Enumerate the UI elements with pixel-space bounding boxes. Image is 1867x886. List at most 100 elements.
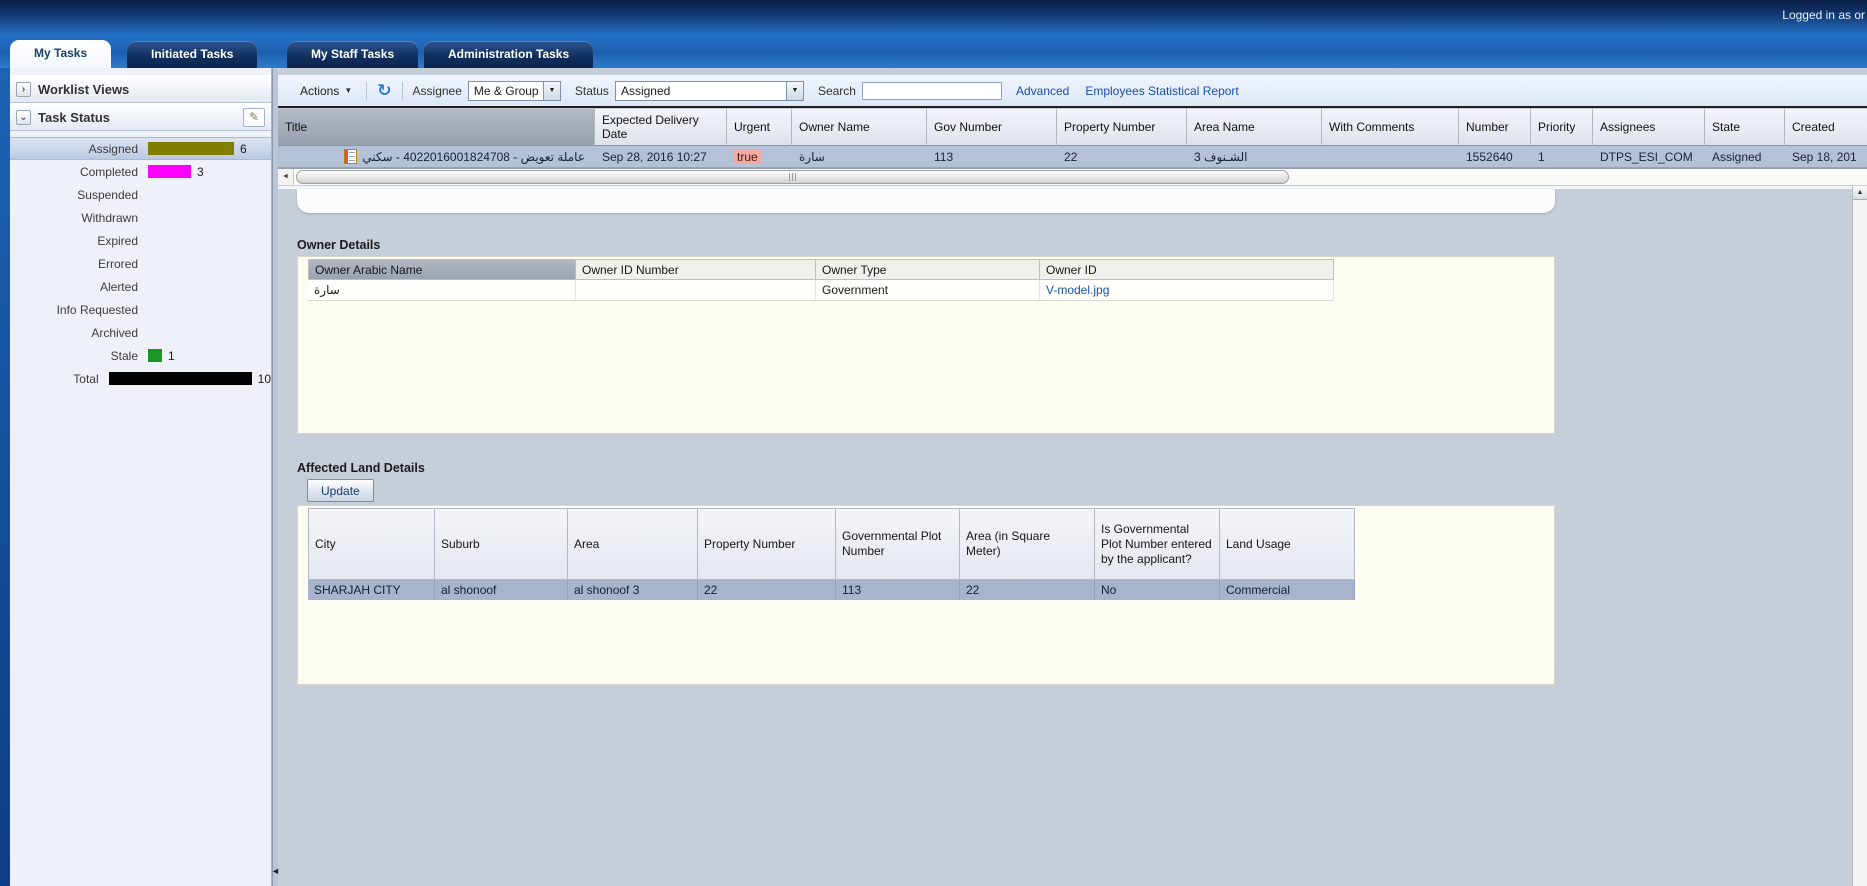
status-bar-wrap: 3 <box>148 165 204 179</box>
owner-cell: V-model.jpg <box>1040 280 1334 301</box>
status-row-alerted[interactable]: Alerted <box>10 275 271 298</box>
owner-column-header[interactable]: Owner ID Number <box>576 259 816 280</box>
tab-administration-tasks[interactable]: Administration Tasks <box>424 41 593 68</box>
owner-id-link[interactable]: V-model.jpg <box>1046 283 1109 297</box>
tab-initiated-tasks[interactable]: Initiated Tasks <box>127 41 257 68</box>
assignee-label: Assignee <box>413 84 462 98</box>
chevron-down-icon: ▼ <box>344 86 352 95</box>
details-panel-cap <box>297 189 1555 213</box>
land-column-header[interactable]: Property Number <box>698 508 836 580</box>
tab-my-tasks[interactable]: My Tasks <box>10 40 111 68</box>
status-row-completed[interactable]: Completed3 <box>10 160 271 183</box>
horizontal-scrollbar[interactable]: ◄ <box>278 168 1867 186</box>
task-column-header[interactable]: Expected Delivery Date <box>595 108 727 146</box>
tab-my-staff-tasks[interactable]: My Staff Tasks <box>287 41 418 68</box>
status-row-errored[interactable]: Errored <box>10 252 271 275</box>
worklist-views-header[interactable]: › Worklist Views <box>10 75 271 103</box>
status-label: Withdrawn <box>10 211 138 225</box>
land-column-header[interactable]: Land Usage <box>1220 508 1355 580</box>
employees-statistical-report-link[interactable]: Employees Statistical Report <box>1085 84 1238 98</box>
task-column-header[interactable]: Property Number <box>1057 108 1187 146</box>
task-column-header[interactable]: State <box>1705 108 1785 146</box>
task-table-row[interactable]: عاملة تعويض - 4022016001824708 - سكنيSep… <box>278 146 1867 168</box>
status-bar <box>109 372 252 385</box>
toolbar-separator <box>366 82 367 100</box>
task-status-header[interactable]: ⌄ Task Status ✎ <box>10 103 271 131</box>
land-cell: al shonoof 3 <box>568 580 698 600</box>
main-content: Actions ▼ ↻ Assignee Me & Group ▼ Status… <box>278 68 1867 886</box>
assignee-select[interactable]: Me & Group ▼ <box>468 81 561 101</box>
land-cell: al shonoof <box>435 580 568 600</box>
scroll-left-icon[interactable]: ◄ <box>278 169 294 185</box>
advanced-link[interactable]: Advanced <box>1016 84 1069 98</box>
owner-table-header: Owner Arabic NameOwner ID NumberOwner Ty… <box>308 259 1334 280</box>
land-column-header[interactable]: Area <box>568 508 698 580</box>
logged-in-as: Logged in as or <box>1782 8 1865 22</box>
status-row-info-requested[interactable]: Info Requested <box>10 298 271 321</box>
status-row-assigned[interactable]: Assigned 6 <box>10 137 271 160</box>
status-bar <box>148 165 191 178</box>
status-label: Suspended <box>10 188 138 202</box>
task-column-header[interactable]: Assignees <box>1593 108 1705 146</box>
chevron-down-icon[interactable]: ▼ <box>544 81 561 101</box>
actions-button[interactable]: Actions ▼ <box>296 82 356 100</box>
vertical-scrollbar[interactable]: ▲ <box>1852 186 1867 886</box>
sidebar: › Worklist Views ⌄ Task Status ✎ Assigne… <box>10 68 272 886</box>
status-row-archived[interactable]: Archived <box>10 321 271 344</box>
task-column-header[interactable]: Urgent <box>727 108 792 146</box>
status-row-withdrawn[interactable]: Withdrawn <box>10 206 271 229</box>
status-row-total[interactable]: Total10 <box>10 367 271 390</box>
owner-column-header[interactable]: Owner Arabic Name <box>308 259 576 280</box>
status-value[interactable]: Assigned <box>615 81 787 101</box>
assignee-value[interactable]: Me & Group <box>468 81 544 101</box>
task-column-header[interactable]: Title <box>278 108 595 146</box>
owner-cell: سارة <box>308 280 576 301</box>
land-table-row[interactable]: SHARJAH CITYal shonoofal shonoof 3221132… <box>308 580 1355 600</box>
scroll-up-icon[interactable]: ▲ <box>1853 186 1867 200</box>
land-column-header[interactable]: Area (in Square Meter) <box>960 508 1095 580</box>
task-column-header[interactable]: Area Name <box>1187 108 1322 146</box>
land-column-header[interactable]: Suburb <box>435 508 568 580</box>
task-column-header[interactable]: Gov Number <box>927 108 1057 146</box>
splitter-collapse-icon[interactable]: ◄ <box>271 866 280 876</box>
task-details-pane: ▲ Owner Details Owner Arabic NameOwner I… <box>278 186 1867 886</box>
status-row-expired[interactable]: Expired <box>10 229 271 252</box>
update-button[interactable]: Update <box>307 479 374 502</box>
status-row-stale[interactable]: Stale1 <box>10 344 271 367</box>
collapse-icon[interactable]: ⌄ <box>16 110 31 125</box>
owner-table-row: سارةGovernmentV-model.jpg <box>308 280 1334 301</box>
land-column-header[interactable]: City <box>308 508 435 580</box>
status-bar <box>148 349 162 362</box>
task-cell: 113 <box>927 146 1057 167</box>
owner-column-header[interactable]: Owner ID <box>1040 259 1334 280</box>
scrollbar-thumb[interactable] <box>296 170 1289 184</box>
task-cell: الشـنوف 3 <box>1187 146 1322 167</box>
status-row-suspended[interactable]: Suspended <box>10 183 271 206</box>
refresh-icon[interactable]: ↻ <box>377 82 391 99</box>
owner-column-header[interactable]: Owner Type <box>816 259 1040 280</box>
expand-icon[interactable]: › <box>16 82 31 97</box>
task-status-title: Task Status <box>38 110 110 125</box>
status-label: Assigned <box>10 142 138 156</box>
toolbar-separator <box>402 82 403 100</box>
status-select[interactable]: Assigned ▼ <box>615 81 804 101</box>
owner-cell <box>576 280 816 301</box>
status-count: 6 <box>240 142 247 156</box>
task-column-header[interactable]: Priority <box>1531 108 1593 146</box>
task-column-header[interactable]: With Comments <box>1322 108 1459 146</box>
task-column-header[interactable]: Number <box>1459 108 1531 146</box>
status-label: Expired <box>10 234 138 248</box>
chevron-down-icon[interactable]: ▼ <box>787 81 804 101</box>
toolbar: Actions ▼ ↻ Assignee Me & Group ▼ Status… <box>278 75 1867 108</box>
search-label: Search <box>818 84 856 98</box>
urgent-flag: true <box>734 150 761 164</box>
task-column-header[interactable]: Owner Name <box>792 108 927 146</box>
status-label: Stale <box>10 349 138 363</box>
land-column-header[interactable]: Governmental Plot Number <box>836 508 960 580</box>
task-cell: 1 <box>1531 146 1593 167</box>
land-column-header[interactable]: Is Governmental Plot Number entered by t… <box>1095 508 1220 580</box>
task-cell: عاملة تعويض - 4022016001824708 - سكني <box>278 146 595 167</box>
edit-pencil-icon[interactable]: ✎ <box>243 108 265 127</box>
task-column-header[interactable]: Created <box>1785 108 1867 146</box>
search-input[interactable] <box>862 82 1002 100</box>
